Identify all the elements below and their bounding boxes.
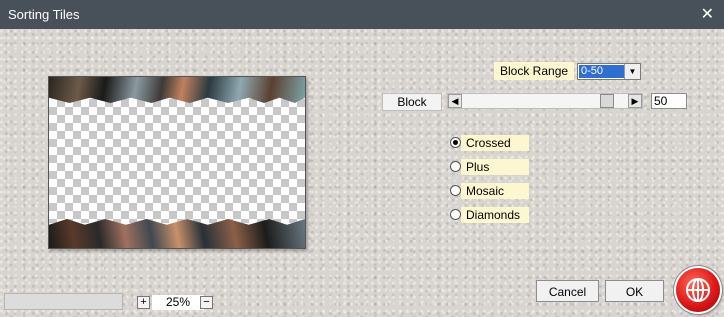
flaming-pear-logo-icon[interactable] (676, 268, 720, 312)
window-title: Sorting Tiles (8, 7, 80, 22)
triangle-right-icon[interactable]: ▶ (628, 94, 642, 108)
globe-icon (686, 278, 710, 302)
zoom-in-button[interactable]: + (137, 296, 150, 309)
chevron-down-icon[interactable]: ▼ (624, 64, 640, 79)
ok-button[interactable]: OK (605, 280, 664, 302)
radio-button[interactable] (450, 185, 461, 196)
cancel-button[interactable]: Cancel (536, 280, 599, 302)
zoom-level: 25% (152, 295, 204, 310)
block-value-field[interactable]: 50 (651, 93, 687, 109)
preview-transparency-checkerboard (49, 99, 305, 223)
slider-thumb[interactable] (600, 94, 614, 108)
radio-button[interactable] (450, 161, 461, 172)
radio-label: Diamonds (461, 207, 529, 223)
block-range-value: 0-50 (579, 65, 627, 78)
preview-image-bottom-strip (49, 219, 305, 248)
block-range-label: Block Range (494, 62, 575, 80)
radio-label: Crossed (461, 135, 529, 151)
block-range-select[interactable]: 0-50 ▼ (577, 63, 641, 80)
radio-button[interactable] (450, 137, 461, 148)
status-bar (4, 293, 123, 310)
close-icon[interactable]: ✕ (701, 4, 714, 24)
title-bar: Sorting Tiles ✕ (0, 0, 724, 29)
radio-button[interactable] (450, 209, 461, 220)
preview-image (48, 76, 306, 249)
triangle-left-icon[interactable]: ◀ (448, 94, 462, 108)
zoom-out-button[interactable]: − (200, 296, 213, 309)
block-button[interactable]: Block (382, 93, 442, 111)
radio-label: Mosaic (461, 183, 529, 199)
radio-label: Plus (461, 159, 529, 175)
block-slider[interactable]: ◀ ▶ (447, 93, 643, 109)
